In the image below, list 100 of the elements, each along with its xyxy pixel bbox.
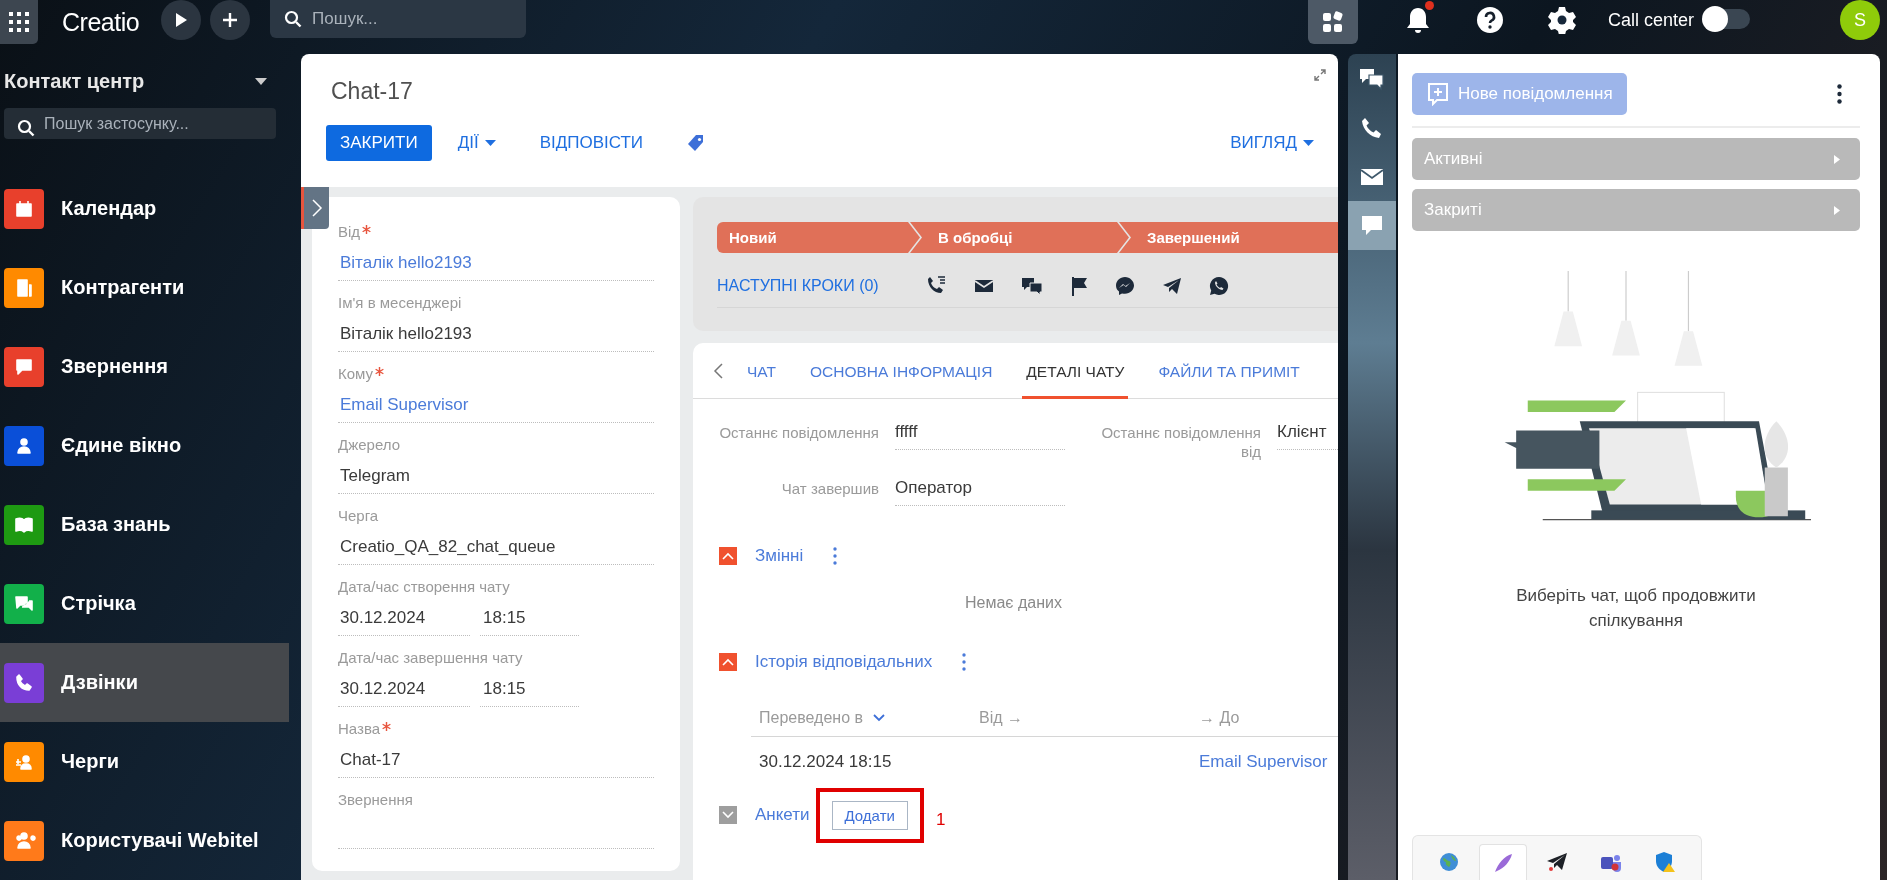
text-field[interactable]: Оператор xyxy=(895,471,1065,506)
sidebar-item[interactable]: Дзвінки xyxy=(0,643,289,722)
settings-icon xyxy=(1547,6,1576,34)
field-label: Чат завершив xyxy=(780,479,879,498)
column-header[interactable]: Від → xyxy=(979,709,1023,727)
field-label: Черга xyxy=(338,507,379,524)
logo: Creatio xyxy=(62,8,140,37)
lookup-field[interactable]: Віталік hello2193 xyxy=(338,245,654,281)
empty-message: Немає даних xyxy=(964,594,1063,612)
group-title[interactable]: Історія відповідальних xyxy=(755,652,933,672)
table-link[interactable]: Email Supervisor xyxy=(1191,737,1338,787)
call-center-label: Call center xyxy=(1607,10,1694,31)
app-search-field[interactable]: Пошук застосунку... xyxy=(4,108,276,139)
mail-icon[interactable] xyxy=(973,278,994,294)
text-field[interactable]: Creatio_QA_82_chat_queue xyxy=(338,529,654,565)
search-icon xyxy=(17,119,35,138)
sidebar-item[interactable]: База знань xyxy=(0,485,289,564)
text-field[interactable]: Chat-17 xyxy=(338,742,654,778)
sidebar-item[interactable]: Календар xyxy=(0,169,289,248)
help-icon xyxy=(1475,6,1504,34)
time-field[interactable]: 18:15 xyxy=(480,600,579,636)
collapse-toggle[interactable] xyxy=(719,806,737,824)
add-message-icon xyxy=(1426,82,1450,106)
play-icon xyxy=(174,12,189,28)
table-cell-text: 30.12.2024 18:15 xyxy=(758,751,893,773)
tag-icon[interactable] xyxy=(687,134,706,152)
chat-bubbles-icon[interactable] xyxy=(1020,276,1043,296)
messenger-icon[interactable] xyxy=(1114,276,1135,296)
field-label: Від xyxy=(338,223,361,240)
actions-dropdown[interactable]: ДІЇ xyxy=(457,133,496,153)
grid-icon xyxy=(8,11,30,33)
date-field[interactable]: 30.12.2024 xyxy=(338,600,470,636)
sidebar-item[interactable]: Черги xyxy=(0,722,289,801)
collapse-toggle[interactable] xyxy=(719,653,737,671)
sidebar-item[interactable]: Звернення xyxy=(0,327,289,406)
sidebar-item[interactable]: Користувачі Webitel xyxy=(0,801,289,880)
caret-icon xyxy=(255,78,267,86)
tab[interactable]: ДЕТАЛІ ЧАТУ xyxy=(1022,343,1129,399)
add-button[interactable] xyxy=(210,0,251,40)
field-label: Кому xyxy=(338,365,374,382)
search-field[interactable]: Пошук... xyxy=(270,0,527,38)
caret-icon xyxy=(484,140,496,146)
empty-message: Виберіть чат, щоб продовжити спілкування xyxy=(1515,585,1757,632)
chevron-right-icon xyxy=(310,198,323,218)
app-menu-button[interactable] xyxy=(0,0,38,44)
phone-bubble-icon[interactable] xyxy=(1208,276,1229,296)
field-label: Джерело xyxy=(338,436,400,453)
lookup-field[interactable]: Email Supervisor xyxy=(338,387,654,423)
text-field[interactable]: Віталік hello2193 xyxy=(338,316,654,352)
chevron-up-icon xyxy=(722,658,734,666)
caret-icon xyxy=(1303,140,1314,146)
date-field[interactable]: 30.12.2024 xyxy=(338,671,470,707)
text-field[interactable]: fffff xyxy=(895,415,1065,450)
field-label: Останнє повідомлення xyxy=(719,423,879,442)
tab[interactable]: ЧАТ xyxy=(743,343,780,399)
reply-button[interactable]: ВІДПОВІСТИ xyxy=(539,133,644,153)
add-button[interactable]: Додати xyxy=(831,800,908,830)
column-header[interactable]: → До xyxy=(1199,709,1240,727)
more-icon[interactable] xyxy=(1837,84,1842,104)
flag-icon[interactable] xyxy=(1069,276,1088,296)
close-button[interactable]: ЗАКРИТИ xyxy=(326,125,432,161)
chevron-up-icon xyxy=(722,552,734,560)
tab[interactable]: ФАЙЛИ ТА ПРИМІТ xyxy=(1154,343,1304,399)
tab[interactable]: ОСНОВНА ІНФОРМАЦІЯ xyxy=(805,343,997,399)
annotation-number: 1 xyxy=(935,810,946,830)
view-dropdown[interactable]: ВИГЛЯД xyxy=(1230,133,1314,153)
next-steps-link[interactable]: НАСТУПНІ КРОКИ (0) xyxy=(717,277,879,295)
send-icon[interactable] xyxy=(1161,277,1182,295)
sidebar-item[interactable]: Єдине вікно xyxy=(0,406,289,485)
stage-step[interactable]: Новий xyxy=(717,222,920,253)
text-field[interactable]: Telegram xyxy=(338,458,654,494)
text-field[interactable]: Клієнт xyxy=(1277,415,1338,450)
call-center-toggle[interactable] xyxy=(1704,9,1750,29)
search-icon xyxy=(284,10,303,28)
collapse-toggle[interactable] xyxy=(719,547,737,565)
panel-toggle-button[interactable] xyxy=(301,187,329,229)
field-label: Звернення xyxy=(338,791,413,808)
plus-icon xyxy=(222,12,239,28)
widgets-icon xyxy=(1320,10,1345,34)
sidebar-item[interactable]: Контрагенти xyxy=(0,248,289,327)
caret-icon xyxy=(1834,205,1840,215)
record-title: Chat-17 xyxy=(331,78,413,105)
stage-step[interactable]: В обробці xyxy=(910,222,1129,253)
run-button[interactable] xyxy=(161,0,202,40)
stage-step[interactable]: Завершений xyxy=(1119,222,1338,253)
sort-icon[interactable] xyxy=(873,714,885,722)
expand-icon[interactable] xyxy=(1314,69,1326,84)
field-label: Назва xyxy=(338,720,381,737)
column-header[interactable]: Переведено в xyxy=(759,709,863,727)
group-title[interactable]: Анкети xyxy=(755,805,810,825)
sidebar-item[interactable]: Стрічка xyxy=(0,564,289,643)
workplace-dropdown[interactable]: Контакт центр xyxy=(0,68,285,96)
widgets-button[interactable] xyxy=(1307,0,1358,44)
group-title[interactable]: Змінні xyxy=(755,546,804,566)
feather-icon[interactable] xyxy=(1479,844,1527,880)
field-label: Ім'я в месенджері xyxy=(338,294,462,311)
field-label: Дата/час завершення чату xyxy=(338,649,523,666)
bell-icon xyxy=(1404,5,1431,35)
chevron-down-icon xyxy=(722,811,734,819)
time-field[interactable]: 18:15 xyxy=(480,671,579,707)
